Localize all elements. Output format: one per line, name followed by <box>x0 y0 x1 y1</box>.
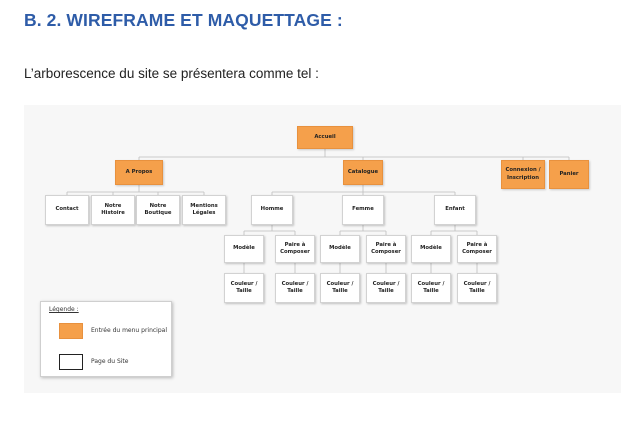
legend-swatch-menu-entry <box>59 323 83 339</box>
node-femme: Femme <box>342 195 384 225</box>
legend-label-site-page: Page du Site <box>91 358 129 365</box>
node-homme-modele-couleur-taille: Couleur / Taille <box>224 273 264 303</box>
node-enfant-modele-couleur-taille: Couleur / Taille <box>411 273 451 303</box>
sitemap-diagram: Accueil A Propos Catalogue Connexion / I… <box>24 105 621 393</box>
node-accueil: Accueil <box>297 126 353 149</box>
node-notre-histoire: Notre Histoire <box>91 195 135 225</box>
intro-text: L’arborescence du site se présentera com… <box>24 66 319 81</box>
node-homme: Homme <box>251 195 293 225</box>
node-catalogue: Catalogue <box>343 160 383 185</box>
node-enfant-paire-couleur-taille: Couleur / Taille <box>457 273 497 303</box>
node-homme-paire-a-composer: Paire à Composer <box>275 235 315 263</box>
node-homme-modele: Modèle <box>224 235 264 263</box>
node-connexion-inscription: Connexion / Inscription <box>501 160 545 189</box>
node-enfant-modele: Modèle <box>411 235 451 263</box>
node-enfant-paire-a-composer: Paire à Composer <box>457 235 497 263</box>
node-panier: Panier <box>549 160 589 189</box>
legend-label-menu-entry: Entrée du menu principal <box>91 327 168 334</box>
legend-swatch-site-page <box>59 354 83 370</box>
node-femme-paire-a-composer: Paire à Composer <box>366 235 406 263</box>
node-enfant: Enfant <box>434 195 476 225</box>
node-mentions-legales: Mentions Légales <box>182 195 226 225</box>
node-notre-boutique: Notre Boutique <box>136 195 180 225</box>
node-contact: Contact <box>45 195 89 225</box>
node-femme-modele: Modèle <box>320 235 360 263</box>
legend-title: Légende : <box>49 306 79 313</box>
section-heading: B. 2. WIREFRAME ET MAQUETTAGE : <box>24 10 343 30</box>
node-femme-modele-couleur-taille: Couleur / Taille <box>320 273 360 303</box>
node-a-propos: A Propos <box>115 160 163 185</box>
node-femme-paire-couleur-taille: Couleur / Taille <box>366 273 406 303</box>
legend-box: Légende : Entrée du menu principal Page … <box>40 301 172 377</box>
node-homme-paire-couleur-taille: Couleur / Taille <box>275 273 315 303</box>
